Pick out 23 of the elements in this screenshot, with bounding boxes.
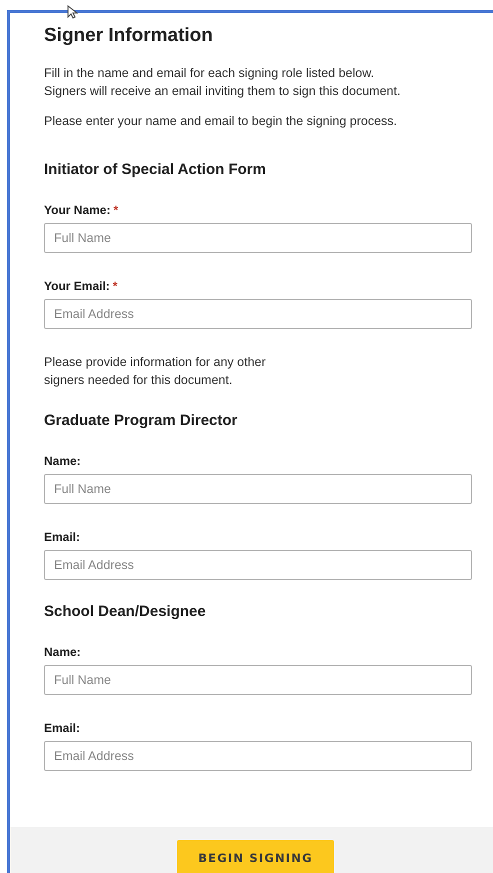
- form-title: Signer Information: [44, 25, 214, 47]
- input-field[interactable]: Email Address: [44, 550, 472, 580]
- instruction-text: Please enter your name and email to begin the signing process.: [44, 113, 398, 130]
- field-label: Email:: [44, 530, 80, 544]
- field-label: Your Email:: [44, 279, 110, 293]
- begin-signing-button[interactable]: BEGIN SIGNING: [177, 840, 334, 873]
- instruction-text: Fill in the name and email for each signing role listed below. Signers will receive an email inviting them to sign this document.: [44, 65, 402, 100]
- required-mark: *: [112, 279, 118, 293]
- instruction-text: Please provide information for any other signers needed for this document.: [44, 354, 267, 389]
- field-label: Your Name:: [44, 203, 110, 217]
- input-field[interactable]: Full Name: [44, 474, 472, 504]
- section-heading: Initiator of Special Action Form: [44, 160, 267, 180]
- input-field[interactable]: Email Address: [44, 299, 472, 329]
- input-field[interactable]: Full Name: [44, 665, 472, 695]
- section-heading: Graduate Program Director: [44, 411, 238, 431]
- field-label: Name:: [44, 645, 81, 659]
- section-heading: School Dean/Designee: [44, 602, 207, 622]
- cursor-icon: [67, 5, 78, 19]
- input-field[interactable]: Full Name: [44, 223, 472, 253]
- field-label: Name:: [44, 454, 81, 468]
- input-field[interactable]: Email Address: [44, 741, 472, 771]
- required-mark: *: [113, 203, 118, 217]
- field-label: Email:: [44, 721, 80, 735]
